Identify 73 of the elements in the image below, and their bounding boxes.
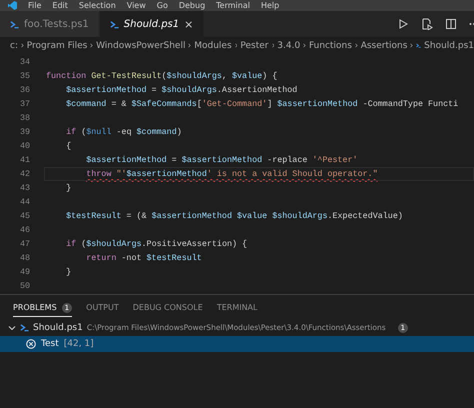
code-line: $command = & $SafeCommands['Get-Command'] $assertionMethod -CommandType Functi [65, 99, 458, 109]
powershell-icon [20, 323, 29, 332]
menu-item[interactable]: Terminal [216, 0, 250, 11]
line-number: 37 [18, 99, 30, 109]
breadcrumb-item[interactable]: Functions [308, 40, 352, 50]
error-icon [26, 339, 36, 349]
code-line: if ($shouldArgs.PositiveAssertion) { [65, 239, 248, 249]
code-line: $assertionMethod = $assertionMethod -replace '^Pester' [85, 155, 358, 165]
code-line: if ($null -eq $command) [65, 127, 182, 137]
menu-item[interactable]: Go [156, 0, 168, 11]
line-number: 40 [18, 141, 30, 151]
split-editor-icon[interactable] [445, 18, 457, 30]
breadcrumb-item[interactable]: Modules [194, 40, 232, 50]
line-number: 35 [18, 71, 30, 81]
breadcrumb-item[interactable]: c: [10, 40, 18, 50]
line-number: 47 [18, 239, 30, 249]
chevron-icon [410, 42, 414, 49]
menu-item[interactable]: Edit [52, 0, 68, 11]
line-number: 34 [18, 57, 30, 67]
menu-item[interactable]: Selection [78, 0, 116, 11]
chevron-icon[interactable] [8, 324, 16, 332]
chevron-icon [90, 42, 94, 49]
line-number: 46 [18, 225, 30, 235]
editor-tab[interactable]: foo.Tests.ps1 [0, 11, 100, 37]
chevron-icon [303, 42, 306, 49]
breadcrumb-item[interactable]: Assertions [360, 40, 408, 50]
run-icon[interactable] [397, 18, 409, 30]
line-number: 45 [18, 211, 30, 221]
logo-icon [8, 1, 17, 10]
code-line: { [65, 141, 72, 151]
code-line: $testResult = (& $assertionMethod $value $shouldArgs.ExpectedValue) [65, 211, 403, 221]
code-line: throw "'$assertionMethod' is not a valid Should operator." [46, 169, 378, 179]
line-number: 41 [18, 155, 30, 165]
line-number: 50 [18, 281, 30, 291]
menu-item[interactable]: Debug [178, 0, 206, 11]
panel-tab[interactable]: OUTPUT [86, 303, 119, 317]
code-line: } [65, 183, 72, 193]
chevron-icon [234, 42, 238, 49]
powershell-icon [10, 20, 19, 28]
code-line: } [65, 267, 72, 277]
breadcrumb-item[interactable]: WindowsPowerShell [96, 40, 186, 50]
line-number: 42 [18, 169, 30, 179]
powershell-icon [416, 41, 422, 50]
chevron-icon [272, 42, 274, 49]
panel-tab[interactable]: TERMINAL [216, 303, 258, 317]
chevron-icon [354, 42, 358, 49]
problem-location: [42, 1] [64, 339, 94, 349]
chevron-icon [20, 42, 24, 49]
line-number: 44 [18, 197, 30, 207]
line-number: 43 [18, 183, 30, 193]
breadcrumb-item[interactable]: Should.ps1 [424, 40, 474, 50]
run-selection-icon[interactable] [421, 18, 433, 30]
editor-tab[interactable]: Should.ps1 × [100, 11, 204, 37]
breadcrumb-item[interactable]: 3.4.0 [277, 40, 300, 50]
chevron-icon [188, 42, 192, 49]
menu-item[interactable]: File [28, 0, 42, 11]
problem-row[interactable]: Test [42, 1] [0, 336, 474, 352]
code-line: return -not $testResult [85, 253, 202, 263]
panel-tab[interactable]: DEBUG CONSOLE [132, 303, 203, 317]
line-number: 48 [18, 253, 30, 263]
file-name[interactable]: Should.ps1 [33, 322, 83, 332]
powershell-icon [110, 20, 119, 28]
line-number: 38 [18, 113, 30, 123]
code-line: $assertionMethod = $shouldArgs.AssertionMethod [65, 85, 298, 95]
menu-item[interactable]: Help [260, 0, 280, 11]
problem-message: Test [41, 339, 59, 349]
line-number: 39 [18, 127, 30, 137]
breadcrumb-item[interactable]: Pester [240, 40, 269, 50]
breadcrumb-item[interactable]: Program Files [26, 40, 88, 50]
line-number: 49 [18, 267, 30, 277]
menu-item[interactable]: View [126, 0, 146, 11]
line-number: 36 [18, 85, 30, 95]
code-line: function Get-TestResult($shouldArgs, $value) { [46, 71, 278, 81]
